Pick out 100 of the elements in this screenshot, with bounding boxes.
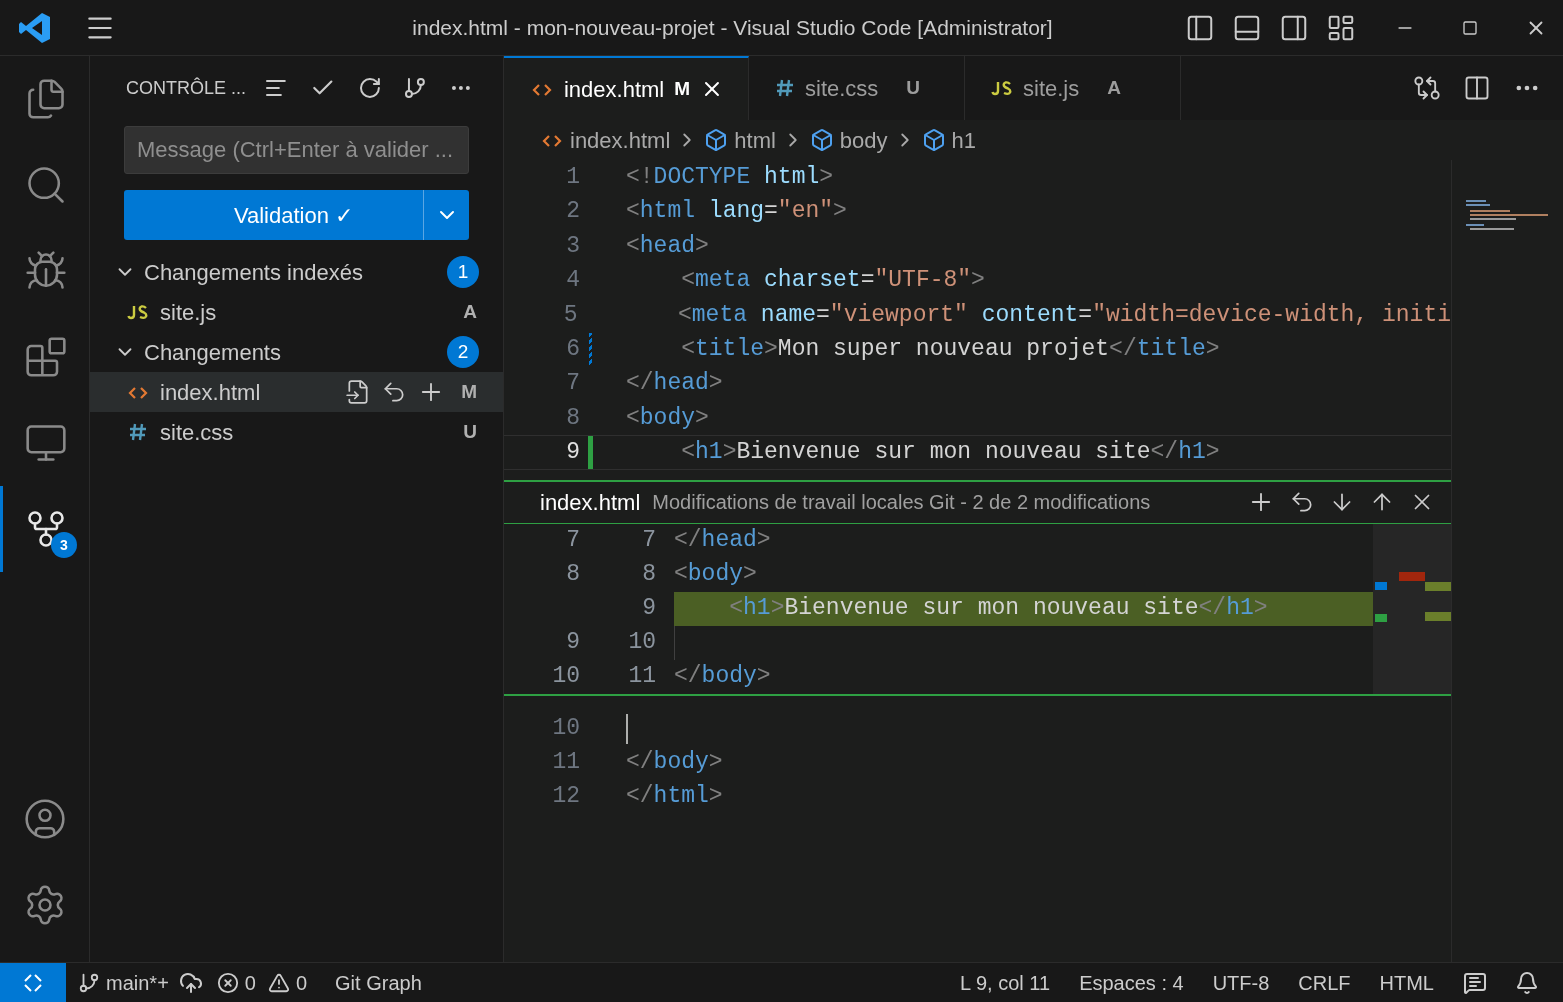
file-item[interactable]: site.css U bbox=[90, 412, 503, 452]
branch-icon bbox=[78, 971, 100, 994]
tab-status: U bbox=[906, 75, 921, 100]
code-line: <title>Mon super nouveau projet</title> bbox=[680, 334, 1220, 364]
feedback-icon[interactable] bbox=[1463, 970, 1487, 995]
cube-icon bbox=[921, 128, 946, 152]
code-line: </body> bbox=[674, 662, 771, 692]
branch-status[interactable]: main*+ bbox=[78, 967, 169, 998]
code-line: <h1>Bienvenue sur mon nouveau site</h1> bbox=[680, 438, 1220, 468]
cube-icon bbox=[704, 128, 729, 152]
file-item[interactable]: index.html M bbox=[90, 372, 503, 412]
status-item[interactable]: L 9, col 11 bbox=[960, 967, 1051, 998]
git-graph-item[interactable]: Git Graph bbox=[335, 967, 422, 998]
code-line: <body> bbox=[674, 560, 757, 590]
commit-message-field[interactable]: Message (Ctrl+Enter à valider ... bbox=[124, 126, 469, 174]
group-label: Changements indexés bbox=[144, 258, 364, 287]
hash-file-icon bbox=[775, 78, 795, 98]
code-line: <meta name="viewport" content="width=device-width, initi bbox=[677, 300, 1451, 330]
refresh-icon[interactable] bbox=[357, 75, 382, 101]
line-number: 10 bbox=[627, 628, 656, 658]
split-editor-icon[interactable] bbox=[1463, 74, 1491, 102]
window-title: index.html - mon-nouveau-projet - Visual Studio Code [Administrator] bbox=[412, 14, 1053, 41]
breadcrumb-item[interactable]: html bbox=[704, 123, 776, 157]
hash-file-icon bbox=[128, 422, 148, 442]
js-file-icon bbox=[127, 304, 149, 320]
line-number: 11 bbox=[551, 748, 580, 778]
count-badge: 1 bbox=[447, 256, 479, 288]
maximize-icon[interactable] bbox=[1462, 19, 1478, 36]
group-header[interactable]: Changements indexés 1 bbox=[90, 252, 503, 292]
line-number: 7 bbox=[565, 369, 580, 399]
file-item[interactable]: site.js A bbox=[90, 292, 503, 332]
breadcrumb-item[interactable]: index.html bbox=[540, 123, 671, 157]
code-line: <head> bbox=[626, 231, 709, 261]
line-number: 10 bbox=[551, 714, 580, 744]
peek-file-name: index.html bbox=[540, 488, 641, 517]
status-item[interactable]: HTML bbox=[1379, 967, 1434, 998]
status-item[interactable]: Espaces : 4 bbox=[1079, 967, 1184, 998]
panel-title: CONTRÔLE ... bbox=[126, 76, 246, 100]
line-number: 2 bbox=[565, 197, 580, 227]
line-number: 3 bbox=[565, 231, 580, 261]
count-badge: 2 bbox=[447, 336, 479, 368]
peek-description: Modifications de travail locales Git - 2 de 2 modifications bbox=[652, 490, 1152, 515]
text-cursor bbox=[626, 713, 628, 744]
line-number: 7 bbox=[641, 526, 656, 556]
remote-button[interactable] bbox=[0, 963, 66, 1002]
code-line: <meta charset="UTF-8"> bbox=[680, 266, 985, 296]
code-line: </body> bbox=[626, 748, 723, 778]
code-line: <h1>Bienvenue sur mon nouveau site</h1> bbox=[728, 594, 1268, 624]
editor-tab[interactable]: index.html M bbox=[504, 56, 749, 120]
line-number: 11 bbox=[627, 662, 656, 692]
status-item[interactable]: CRLF bbox=[1298, 967, 1351, 998]
notifications-icon[interactable] bbox=[1515, 970, 1539, 995]
line-number: 6 bbox=[565, 334, 580, 364]
line-number: 8 bbox=[641, 560, 656, 590]
line-number: 7 bbox=[565, 526, 580, 556]
code-line: </head> bbox=[674, 526, 771, 556]
cube-icon bbox=[809, 128, 834, 152]
editor-tab[interactable]: site.js A bbox=[965, 56, 1181, 120]
commit-button[interactable]: Validation ✓ bbox=[124, 190, 423, 240]
line-number: 8 bbox=[565, 560, 580, 590]
breadcrumb-item[interactable]: body bbox=[809, 123, 888, 157]
tab-label: site.js bbox=[1023, 74, 1080, 103]
blocks-icon bbox=[24, 335, 68, 379]
file-name: site.css bbox=[160, 418, 235, 447]
code-line: <html lang="en"> bbox=[626, 197, 847, 227]
publish-icon[interactable] bbox=[178, 970, 203, 995]
branch-icon[interactable] bbox=[403, 75, 428, 101]
line-number: 10 bbox=[551, 662, 580, 692]
warning-icon bbox=[267, 971, 290, 994]
line-number: 8 bbox=[565, 403, 580, 433]
code-line: <body> bbox=[626, 403, 709, 433]
line-number: 12 bbox=[551, 782, 580, 812]
file-status: U bbox=[463, 419, 477, 444]
tab-label: site.css bbox=[805, 74, 879, 103]
file-name: site.js bbox=[160, 298, 218, 327]
account-icon bbox=[22, 797, 67, 841]
line-number: 9 bbox=[565, 438, 580, 468]
app-logo-icon bbox=[18, 10, 52, 45]
tab-status: M bbox=[674, 76, 691, 101]
status-item[interactable]: UTF-8 bbox=[1212, 967, 1270, 998]
notification-badge: 3 bbox=[51, 532, 77, 558]
line-number: 9 bbox=[641, 594, 656, 624]
open-changes-icon[interactable] bbox=[1413, 74, 1441, 102]
group-header[interactable]: Changements 2 bbox=[90, 332, 503, 372]
tab-label: index.html bbox=[563, 75, 665, 104]
line-number: 1 bbox=[565, 162, 580, 192]
tab-status: A bbox=[1107, 75, 1121, 100]
remote-icon bbox=[22, 971, 44, 994]
editor-tab[interactable]: site.css U bbox=[749, 56, 965, 120]
problems-status[interactable]: 0 0 bbox=[216, 967, 308, 998]
breadcrumb-item[interactable]: h1 bbox=[921, 123, 977, 157]
line-number: 9 bbox=[565, 628, 580, 658]
file-status: M bbox=[461, 379, 477, 404]
file-name: index.html bbox=[160, 378, 262, 407]
code-line: </head> bbox=[626, 369, 723, 399]
group-label: Changements bbox=[144, 338, 282, 367]
code-line: <!DOCTYPE html> bbox=[626, 162, 834, 192]
activity-item[interactable]: 3 bbox=[0, 486, 89, 572]
code-line: </html> bbox=[626, 782, 723, 812]
line-number: 4 bbox=[565, 266, 580, 296]
